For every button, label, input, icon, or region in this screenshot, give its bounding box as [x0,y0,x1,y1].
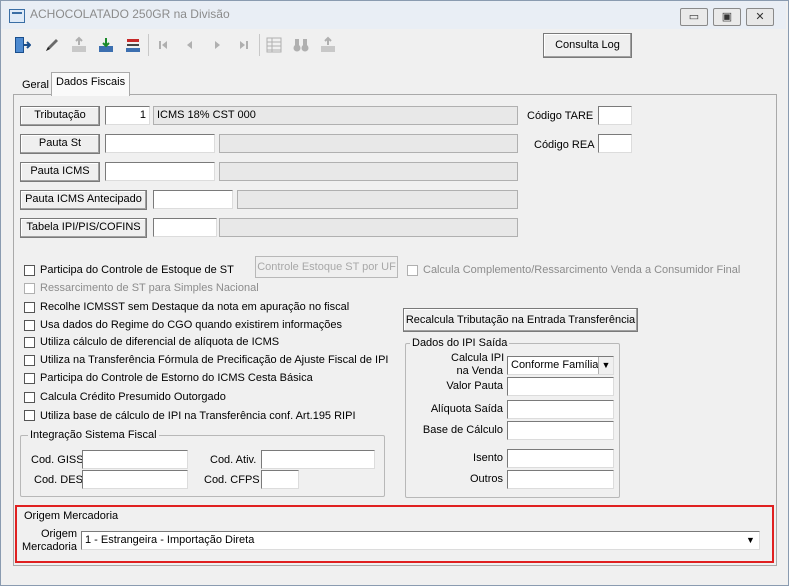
prev-record-icon[interactable] [178,33,202,57]
tab-dados-fiscais[interactable]: Dados Fiscais [51,72,131,96]
minimize-button[interactable]: ▭ [680,8,708,26]
checkbox-label: Usa dados do Regime do CGO quando existi… [40,319,343,331]
close-button[interactable]: ✕ [746,8,774,26]
checkbox-label: Utiliza base de cálculo de IPI na Transf… [40,410,356,422]
cod-giss-input[interactable] [82,450,188,469]
isento-input[interactable] [507,449,614,468]
pauta-icms-button[interactable]: Pauta ICMS [20,162,100,182]
tab-geral[interactable]: Geral [18,76,53,96]
last-record-icon[interactable] [232,33,256,57]
cod-des-label: Cod. DES [34,474,83,486]
cod-ativ-label: Cod. Ativ. [210,454,257,466]
origem-mercadoria-value: 1 - Estrangeira - Importação Direta [85,534,255,546]
tributacao-description: ICMS 18% CST 000 [153,106,518,125]
codigo-rea-input[interactable] [598,134,632,153]
codigo-tare-label: Código TARE [527,110,594,122]
pauta-st-description [219,134,518,153]
cod-cfps-input[interactable] [261,470,299,489]
controle-estoque-st-button[interactable]: Controle Estoque ST por UF [255,256,398,278]
checkbox-label: Utiliza cálculo de diferencial de alíquo… [40,336,280,348]
aliquota-saida-input[interactable] [507,400,614,419]
isento-label: Isento [473,452,503,464]
origem-label: Mercadoria [21,541,77,553]
cod-giss-label: Cod. GISS [31,454,84,466]
chevron-down-icon[interactable]: ▼ [598,357,613,374]
checkbox-diferencial-aliquota[interactable] [24,337,35,348]
integracao-title: Integração Sistema Fiscal [28,429,159,441]
outros-input[interactable] [507,470,614,489]
checkbox-formula-ipi[interactable] [24,355,35,366]
cod-ativ-input[interactable] [261,450,375,469]
tabela-ipi-input[interactable] [153,218,217,237]
app-icon [9,9,25,23]
origem-mercadoria-select[interactable]: 1 - Estrangeira - Importação Direta [81,531,760,550]
checkbox-label: Participa do Controle de Estoque de ST [40,264,234,276]
pauta-icms-input[interactable] [105,162,215,181]
checkbox-base-ipi-art195[interactable] [24,410,35,421]
checkbox-credito-presumido[interactable] [24,392,35,403]
cod-des-input[interactable] [82,470,188,489]
codigo-rea-label: Código REA [534,139,595,151]
calcula-ipi-label: Calcula IPI [451,352,505,364]
toolbar-separator [148,34,149,56]
add-icon[interactable] [67,33,91,57]
calcula-ipi-value: Conforme Família [511,359,599,371]
next-record-icon[interactable] [205,33,229,57]
checkbox-calcula-complemento[interactable] [407,265,418,276]
pauta-st-input[interactable] [105,134,215,153]
calcula-complemento-label: Calcula Complemento/Ressarcimento Venda … [423,264,741,276]
ipi-saida-title: Dados do IPI Saída [410,337,510,349]
pauta-st-button[interactable]: Pauta St [20,134,100,154]
tributacao-code-input[interactable]: 1 [105,106,150,125]
calcula-ipi-label: na Venda [456,365,504,377]
checkbox-label: Ressarcimento de ST para Simples Naciona… [40,282,259,294]
checkbox-label: Calcula Crédito Presumido Outorgado [40,391,226,403]
exit-door-icon[interactable] [10,33,34,57]
window-title: ACHOCOLATADO 250GR na Divisão [30,7,230,21]
checkbox-label: Participa do Controle de Estorno do ICMS… [40,372,313,384]
checkbox-label: Utiliza na Transferência Fórmula de Prec… [40,354,389,366]
pauta-icms-antecipado-input[interactable] [153,190,233,209]
recalcula-tributacao-button[interactable]: Recalcula Tributação na Entrada Transfer… [403,308,638,332]
tabela-ipi-pis-cofins-button[interactable]: Tabela IPI/PIS/COFINS [20,218,147,238]
checkbox-ressarcimento-st[interactable] [24,283,35,294]
pauta-icms-antecipado-description [237,190,518,209]
print-icon[interactable] [316,33,340,57]
checkbox-controle-estoque-st[interactable] [24,265,35,276]
save-icon[interactable] [94,33,118,57]
binoculars-icon[interactable] [289,33,313,57]
consulta-log-button[interactable]: Consulta Log [543,33,632,58]
checkbox-label: Recolhe ICMSST sem Destaque da nota em a… [40,301,350,313]
pauta-icms-description [219,162,518,181]
origem-title: Origem Mercadoria [24,510,119,522]
pauta-icms-antecipado-button[interactable]: Pauta ICMS Antecipado [20,190,147,210]
tributacao-button[interactable]: Tributação [20,106,100,126]
toolbar-separator [259,34,260,56]
valor-pauta-label: Valor Pauta [446,380,503,392]
grid-icon[interactable] [262,33,286,57]
origem-label: Origem [40,528,77,540]
chevron-down-icon[interactable]: ▼ [743,532,758,549]
cancel-icon[interactable] [121,33,145,57]
base-calculo-input[interactable] [507,421,614,440]
checkbox-regime-cgo[interactable] [24,320,35,331]
pencil-icon[interactable] [40,33,64,57]
first-record-icon[interactable] [151,33,175,57]
maximize-button[interactable]: ▣ [713,8,741,26]
outros-label: Outros [469,473,503,485]
cod-cfps-label: Cod. CFPS [204,474,260,486]
checkbox-recolhe-icmsst[interactable] [24,302,35,313]
base-calculo-label: Base de Cálculo [422,424,503,436]
valor-pauta-input[interactable] [507,377,614,396]
tabela-ipi-description [219,218,518,237]
toolbar [1,29,786,63]
checkbox-estorno-cesta-basica[interactable] [24,373,35,384]
codigo-tare-input[interactable] [598,106,632,125]
aliquota-saida-label: Alíquota Saída [430,403,503,415]
